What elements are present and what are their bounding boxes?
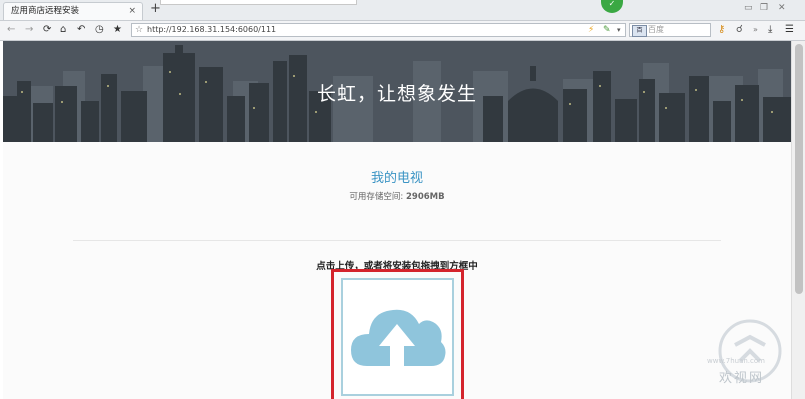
divider: [73, 240, 721, 241]
download-icon[interactable]: ⤓: [768, 23, 772, 37]
forward-icon[interactable]: →: [25, 23, 33, 37]
tab-title: 应用商店远程安装: [11, 6, 80, 16]
bookmark-page-icon[interactable]: ☆: [135, 24, 143, 36]
watermark-text: 欢视网: [719, 371, 765, 386]
search-engine-icon[interactable]: 百: [632, 25, 647, 37]
header-banner: 长虹，让想象发生: [3, 41, 791, 142]
close-window-icon[interactable]: ✕: [778, 3, 786, 13]
menu-icon[interactable]: ☰: [785, 23, 794, 37]
minimize-icon[interactable]: ▭: [744, 3, 753, 13]
home-icon[interactable]: ⌂: [60, 23, 66, 37]
navigation-bar: ← → ⟳ ⌂ ↶ ◷ ★ ☆ http://192.168.31.154:60…: [0, 21, 805, 41]
main-content: 我的电视 可用存储空间: 2906MB 点击上传，或者将安装包拖拽到方框中: [3, 142, 791, 399]
dropdown-popup-edge: [160, 0, 357, 5]
cloud-upload-icon: [351, 309, 446, 366]
storage-label: 可用存储空间:: [349, 192, 404, 202]
watermark-url: www.7huan.com: [707, 357, 765, 365]
undo-icon[interactable]: ↶: [77, 23, 85, 37]
restore-icon[interactable]: ❐: [760, 3, 768, 13]
history-icon[interactable]: ◷: [95, 23, 104, 37]
refresh-icon[interactable]: ⟳: [43, 23, 51, 37]
upload-drop-zone[interactable]: [341, 278, 454, 396]
tab-close-icon[interactable]: ×: [128, 3, 136, 20]
bookmark-star-icon[interactable]: ★: [113, 23, 122, 37]
search-placeholder: 百度: [648, 25, 664, 34]
back-icon[interactable]: ←: [7, 23, 15, 37]
browser-tab[interactable]: 应用商店远程安装 ×: [3, 2, 143, 20]
more-tools-icon[interactable]: »: [753, 23, 758, 37]
lightning-icon[interactable]: ⚡: [588, 24, 594, 36]
upload-highlight-box: [331, 269, 464, 399]
extension-badge-icon[interactable]: ✓: [601, 0, 623, 13]
storage-info: 可用存储空间: 2906MB: [3, 190, 791, 202]
search-engine-switch-icon[interactable]: ☌: [736, 23, 743, 37]
storage-value: 2906MB: [405, 192, 445, 202]
tab-bar: 应用商店远程安装 × + ✓ ▭ ❐ ✕: [0, 0, 805, 21]
scrollbar-thumb[interactable]: [795, 44, 803, 294]
search-box[interactable]: 百 百度: [629, 23, 711, 37]
leaf-icon[interactable]: ✎: [603, 24, 611, 36]
banner-title: 长虹，让想象发生: [316, 83, 477, 105]
address-dropdown-icon[interactable]: ▾: [617, 24, 621, 36]
key-icon[interactable]: ⚷: [718, 23, 725, 37]
address-url: http://192.168.31.154:6060/111: [147, 25, 277, 34]
page-title: 我的电视: [370, 171, 423, 186]
address-bar[interactable]: ☆ http://192.168.31.154:6060/111 ⚡ ✎ ▾: [131, 23, 626, 37]
